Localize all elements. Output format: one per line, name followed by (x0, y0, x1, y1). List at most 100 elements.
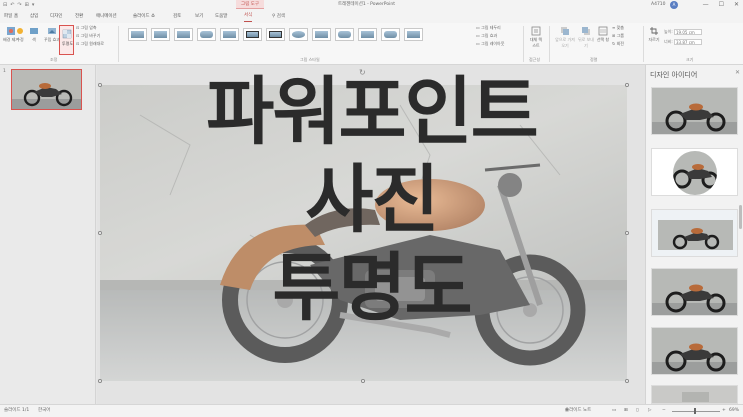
size-group-label: 크기 (686, 57, 694, 62)
height-input[interactable]: 19.05 cm (674, 29, 702, 35)
document-title: 트레젠테이션1 - PowerPoint (338, 2, 395, 7)
picture-style-option[interactable] (151, 28, 170, 41)
send-backward-icon (582, 27, 590, 35)
picture-effects-button[interactable]: ▭ 그림 효과 (476, 33, 497, 39)
picture-layout-button[interactable]: ▭ 그림 레이아웃 (476, 41, 504, 47)
reset-picture-button[interactable]: ⊡ 그림 원래대로 (76, 41, 104, 47)
arrange-group-label: 정렬 (590, 57, 598, 62)
slide-title-line-1[interactable]: 파워포인트 (0, 72, 743, 152)
resize-handle[interactable] (625, 379, 629, 383)
picture-tools-context-label: 그림 도구 (236, 0, 264, 9)
picture-style-option[interactable] (358, 28, 377, 41)
avatar[interactable]: A (670, 1, 678, 9)
normal-view-icon[interactable]: ▭ (612, 405, 616, 417)
width-input[interactable]: 33.87 cm (674, 39, 702, 45)
ribbon-tabs: 파일 홈 삽입 디자인 전환 애니메이션 슬라이드 쇼 검토 보기 도움말 서식… (0, 10, 743, 23)
maximize-button[interactable]: ☐ (719, 0, 724, 10)
design-idea-option[interactable] (651, 327, 738, 375)
rotate-button[interactable]: ↻ 회전 (612, 41, 624, 47)
zoom-slider-thumb[interactable] (694, 408, 696, 414)
picture-style-option[interactable] (312, 28, 331, 41)
status-bar: 슬라이드 1/1 한국어 ≡ 슬라이드 노트 ▭ ⊞ ▯ ▷ − + 69% (0, 404, 743, 417)
start-from-beginning-icon[interactable]: ⊞ (25, 1, 29, 9)
picture-border-button[interactable]: ▭ 그림 테두리 (476, 25, 501, 31)
corrections-button[interactable]: 수정 (15, 26, 25, 43)
window-controls: — ☐ ✕ (703, 0, 739, 10)
tab-animations[interactable]: 애니메이션 (96, 10, 117, 23)
tab-format[interactable]: 서식 (244, 10, 253, 22)
design-idea-image (652, 328, 737, 374)
group-separator (549, 26, 550, 62)
picture-styles-group-label: 그림 스타일 (300, 57, 320, 62)
tab-slideshow[interactable]: 슬라이드 쇼 (133, 10, 155, 23)
crop-button[interactable]: 자르기 (647, 26, 661, 43)
align-button[interactable]: ≡ 맞춤 (612, 25, 624, 31)
send-backward-button[interactable]: 뒤로 보내기 (578, 26, 594, 49)
change-picture-button[interactable]: ⊡ 그림 바꾸기 (76, 33, 100, 39)
color-button[interactable]: 색 (29, 26, 39, 43)
quick-access-toolbar: ⊟ ↶ ↷ ⊞ ▾ (3, 1, 34, 9)
artistic-effects-icon (48, 28, 56, 34)
zoom-level[interactable]: 69% (729, 405, 739, 417)
zoom-in-icon[interactable]: + (722, 405, 726, 417)
ribbon-format: 배경 제거 수정 색 꾸밈 효과 투명도 ⊡ 그림 압축 ⊡ 그림 바꾸기 ⊡ … (0, 23, 743, 65)
slide-sorter-icon[interactable]: ⊞ (624, 405, 628, 417)
selection-pane-icon (598, 26, 608, 36)
redo-icon[interactable]: ↷ (17, 1, 21, 9)
customize-qat-icon[interactable]: ▾ (32, 1, 35, 9)
adjust-group-label: 조정 (50, 57, 58, 62)
group-button[interactable]: ⊞ 그룹 (612, 33, 624, 39)
group-separator (118, 26, 119, 62)
picture-style-option[interactable] (197, 28, 216, 41)
slideshow-icon[interactable]: ▷ (648, 405, 651, 417)
picture-style-option[interactable] (174, 28, 193, 41)
group-separator (643, 26, 644, 62)
tab-design[interactable]: 디자인 (50, 10, 62, 23)
resize-handle[interactable] (98, 379, 102, 383)
tab-view[interactable]: 보기 (195, 10, 203, 23)
group-separator (523, 26, 524, 62)
tab-insert[interactable]: 삽입 (30, 10, 38, 23)
save-icon[interactable]: ⊟ (3, 1, 7, 9)
picture-style-option[interactable] (381, 28, 400, 41)
picture-style-option[interactable] (335, 28, 354, 41)
selection-pane-button[interactable]: 선택 창 (596, 26, 610, 43)
slide-title-line-2[interactable]: 사진 (0, 160, 743, 240)
alt-text-icon (531, 26, 541, 36)
artistic-effects-button[interactable]: 꾸밈 효과 (44, 26, 60, 43)
picture-style-option[interactable] (128, 28, 147, 41)
transparency-icon (62, 29, 72, 39)
bring-forward-icon (561, 27, 569, 35)
picture-style-option[interactable] (289, 28, 308, 41)
transparency-button[interactable]: 투명도 (59, 25, 74, 55)
slide-counter: 슬라이드 1/1 (4, 408, 30, 413)
bring-forward-button[interactable]: 앞으로 가져오기 (554, 26, 576, 49)
compress-pictures-button[interactable]: ⊡ 그림 압축 (76, 25, 97, 31)
undo-icon[interactable]: ↶ (10, 1, 14, 9)
width-field: 너비: 33.87 cm (664, 38, 702, 45)
alt-text-button[interactable]: 대체 텍스트 (529, 26, 543, 49)
resize-handle[interactable] (361, 379, 365, 383)
tab-transitions[interactable]: 전환 (75, 10, 83, 23)
tab-file[interactable]: 파일 (4, 10, 12, 23)
tab-help[interactable]: 도움말 (215, 10, 227, 23)
zoom-slider[interactable] (672, 411, 720, 412)
tab-review[interactable]: 검토 (173, 10, 181, 23)
tab-home[interactable]: 홈 (14, 10, 18, 23)
minimize-button[interactable]: — (703, 0, 709, 10)
close-button[interactable]: ✕ (734, 0, 739, 10)
picture-style-option[interactable] (266, 28, 285, 41)
picture-style-option[interactable] (404, 28, 423, 41)
picture-styles-gallery (128, 28, 423, 41)
picture-style-option[interactable] (243, 28, 262, 41)
language-indicator[interactable]: 한국어 (38, 405, 50, 417)
accessibility-group-label: 접근성 (529, 57, 541, 62)
tell-me-search[interactable]: ⚲ 검색 (272, 10, 285, 23)
user-name[interactable]: A4710 (651, 0, 666, 10)
zoom-out-icon[interactable]: − (662, 405, 666, 417)
design-idea-option[interactable] (651, 385, 738, 404)
slide-title-line-3[interactable]: 투명도 (0, 248, 743, 328)
title-bar: ⊟ ↶ ↷ ⊞ ▾ 그림 도구 트레젠테이션1 - PowerPoint A47… (0, 0, 743, 10)
reading-view-icon[interactable]: ▯ (636, 405, 638, 417)
picture-style-option[interactable] (220, 28, 239, 41)
